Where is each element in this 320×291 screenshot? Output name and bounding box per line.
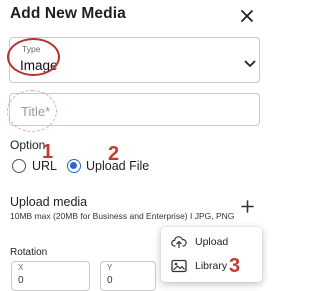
upload-media-subtitle: 10MB max (20MB for Business and Enterpri…: [10, 211, 235, 221]
add-media-plus-icon[interactable]: [241, 200, 254, 218]
cloud-upload-icon: [171, 235, 187, 249]
menu-item-upload-label: Upload: [195, 236, 229, 248]
radio-selected-dot: [70, 162, 77, 169]
rotation-y-input[interactable]: Y 0: [100, 261, 156, 291]
url-radio[interactable]: [12, 159, 26, 173]
upload-file-radio[interactable]: [67, 159, 81, 173]
x-value: 0: [18, 275, 24, 286]
add-media-menu: Upload Library: [161, 227, 262, 282]
rotation-x-input[interactable]: X 0: [11, 261, 90, 291]
rotation-label: Rotation: [10, 247, 48, 258]
menu-item-library-label: Library: [195, 260, 228, 272]
annotation-number-3: 3: [229, 255, 241, 277]
annotation-number-1: 1: [42, 141, 54, 163]
image-library-icon: [171, 259, 187, 273]
menu-item-library[interactable]: Library: [161, 255, 262, 279]
annotation-ellipse-dashed: [7, 90, 57, 132]
close-icon[interactable]: [239, 8, 255, 24]
annotation-number-2: 2: [108, 143, 120, 165]
option-label: Option: [10, 138, 46, 152]
chevron-down-icon: [244, 56, 256, 67]
x-label: X: [18, 263, 24, 272]
upload-media-title: Upload media: [10, 195, 88, 209]
dialog-title: Add New Media: [10, 5, 126, 22]
y-value: 0: [107, 275, 113, 286]
y-label: Y: [107, 263, 113, 272]
annotation-ellipse: [7, 38, 60, 76]
menu-item-upload[interactable]: Upload: [161, 231, 262, 255]
